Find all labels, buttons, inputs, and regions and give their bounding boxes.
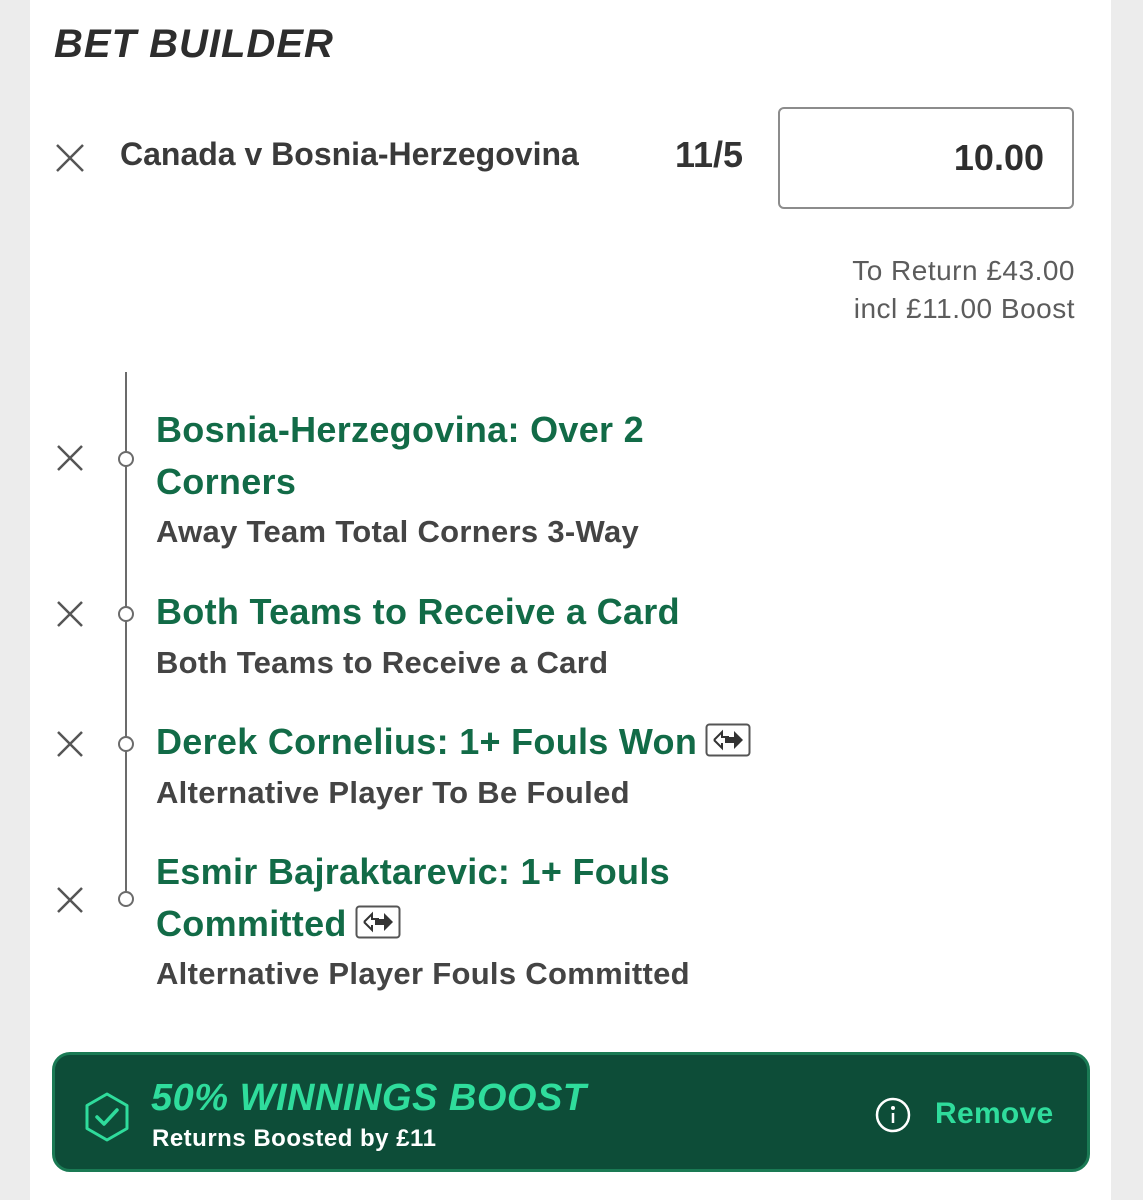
remove-selection-close-icon[interactable] [54,884,86,916]
boost-title: 50% WINNINGS BOOST [151,1077,587,1119]
boost-included-text: incl £11.00 Boost [853,293,1075,324]
remove-bet-close-icon[interactable] [54,142,86,174]
selection-title-line: Corners [156,461,297,502]
selection-title-line: Esmir Bajraktarevic: 1+ Fouls [156,851,670,892]
boost-subtitle: Returns Boosted by £11 [152,1125,437,1152]
timeline-dot [118,606,134,622]
selection-market: Alternative Player To Be Fouled [156,775,630,810]
selection-title-line: Committed [156,903,347,944]
timeline-dot [118,891,134,907]
shield-check-icon [81,1091,133,1143]
selection-title: Derek Cornelius: 1+ Fouls Won [156,716,751,768]
remove-selection-close-icon[interactable] [54,598,86,630]
selection-title: Both Teams to Receive a Card [156,586,680,638]
winnings-boost-banner: 50% WINNINGS BOOST Returns Boosted by £1… [52,1052,1090,1172]
swap-player-icon[interactable] [705,723,751,757]
info-icon[interactable] [875,1097,911,1133]
selection-title-line: Derek Cornelius: 1+ Fouls Won [156,721,698,762]
selection-market: Away Team Total Corners 3-Way [156,514,640,549]
remove-selection-close-icon[interactable] [54,728,86,760]
selection-title-line: Both Teams to Receive a Card [156,591,680,632]
remove-boost-button[interactable]: Remove [935,1097,1054,1131]
to-return-text: To Return £43.00 [852,255,1075,286]
swap-player-icon[interactable] [355,905,401,939]
selection-market: Both Teams to Receive a Card [156,645,609,680]
event-name: Canada v Bosnia-Herzegovina [120,136,579,172]
stake-input[interactable] [778,107,1074,209]
bet-builder-card: BET BUILDER Canada v Bosnia-Herzegovina … [30,0,1111,1200]
selection-market: Alternative Player Fouls Committed [156,956,690,991]
selection-title: Esmir Bajraktarevic: 1+ Fouls Committed [156,846,670,950]
timeline-dot [118,736,134,752]
timeline-dot [118,451,134,467]
return-summary: To Return £43.00 incl £11.00 Boost [852,252,1075,328]
section-title: BET BUILDER [54,22,334,66]
remove-selection-close-icon[interactable] [54,442,86,474]
selection-title: Bosnia-Herzegovina: Over 2 Corners [156,404,644,508]
selection-title-line: Bosnia-Herzegovina: Over 2 [156,409,644,450]
bet-odds: 11/5 [675,134,744,175]
